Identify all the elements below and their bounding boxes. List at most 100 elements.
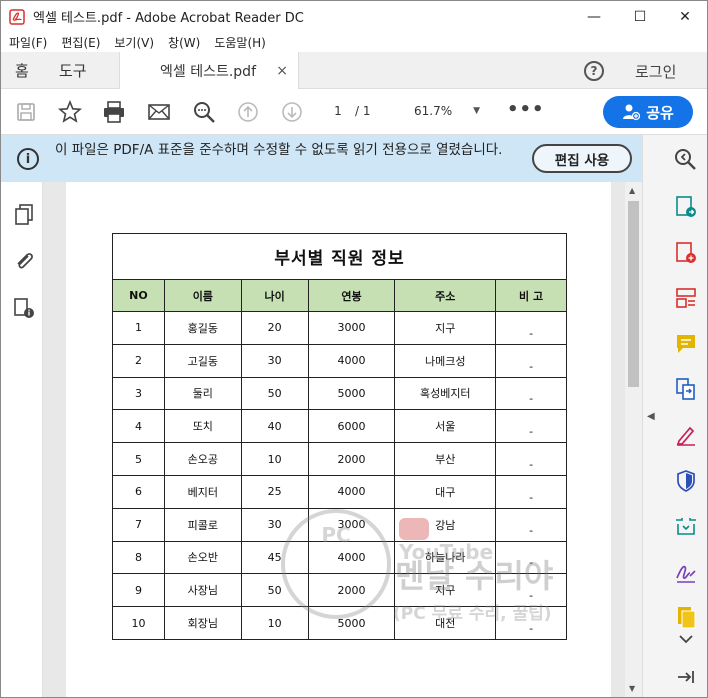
table-row: 6 베지터 25 4000 대구 -: [112, 474, 567, 509]
table-row: 10 회장님 10 5000 대전 -: [112, 606, 567, 640]
cell-name: 손오반: [163, 540, 242, 575]
cell-name: 피콜로: [163, 507, 242, 542]
header-note: 비 고: [495, 279, 567, 312]
cell-address: 대전: [394, 606, 497, 640]
cell-address: 부산: [394, 442, 497, 476]
page-total: / 1: [355, 104, 371, 118]
prev-page-icon[interactable]: [235, 99, 261, 125]
cell-address: 혹성베지터: [394, 376, 497, 411]
save-icon[interactable]: [13, 99, 39, 125]
cell-name: 둘리: [163, 376, 242, 411]
cell-no: 6: [112, 474, 165, 509]
document-properties-icon[interactable]: [12, 296, 36, 320]
cell-name: 홍길동: [163, 311, 242, 345]
cell-name: 베지터: [163, 474, 242, 509]
zoom-search-icon[interactable]: [673, 147, 697, 171]
cell-no: 5: [112, 442, 165, 476]
cell-no: 10: [112, 606, 165, 640]
comment-icon[interactable]: [674, 332, 698, 356]
cell-salary: 3000: [307, 311, 396, 345]
scroll-down-icon[interactable]: ▼: [629, 684, 635, 693]
cell-salary: 6000: [307, 409, 396, 444]
cell-age: 45: [240, 540, 309, 575]
menu-edit[interactable]: 편집(E): [61, 34, 100, 51]
tab-bar: 홈 도구 엑셀 테스트.pdf × ? 로그인: [1, 52, 707, 89]
table-row: 1 홍길동 20 3000 지구 -: [112, 311, 567, 345]
tab-tools[interactable]: 도구: [59, 52, 87, 89]
close-window-button[interactable]: ✕: [662, 1, 707, 32]
share-label: 공유: [646, 103, 674, 122]
cell-salary: 5000: [307, 606, 396, 640]
table-title: 부서별 직원 정보: [112, 233, 567, 280]
maximize-button[interactable]: ☐: [617, 1, 663, 32]
export-pdf-icon[interactable]: [674, 195, 698, 219]
combine-files-icon[interactable]: [674, 377, 698, 401]
more-tools-icon[interactable]: [674, 605, 698, 629]
left-navigation-panel: [1, 182, 43, 697]
chevron-down-icon[interactable]: [674, 627, 698, 651]
collapse-tools-panel-icon[interactable]: [674, 665, 698, 689]
edit-pdf-icon[interactable]: [674, 286, 698, 310]
cell-address: 나메크성: [394, 343, 497, 378]
zoom-search-icon[interactable]: [191, 99, 217, 125]
cell-salary: 5000: [307, 376, 396, 411]
email-icon[interactable]: [146, 99, 172, 125]
cell-name: 사장님: [163, 573, 242, 608]
cell-salary: 3000: [307, 507, 396, 542]
fill-sign-icon[interactable]: [674, 423, 698, 447]
cell-address: 대구: [394, 474, 497, 509]
bookmark-star-icon[interactable]: [57, 99, 83, 125]
header-address: 주소: [394, 279, 497, 312]
scrollbar-thumb[interactable]: [628, 201, 639, 387]
protect-shield-icon[interactable]: [674, 469, 698, 493]
menu-file[interactable]: 파일(F): [9, 34, 47, 51]
cell-note: -: [495, 311, 567, 345]
page-thumbnails-icon[interactable]: [12, 203, 36, 227]
info-icon: i: [17, 148, 39, 170]
table-row: 8 손오반 45 4000 하늘나라 -: [112, 540, 567, 575]
header-salary: 연봉: [307, 279, 396, 312]
table-header-row: NO 이름 나이 연봉 주소 비 고: [112, 279, 567, 312]
scroll-up-icon[interactable]: ▲: [629, 186, 635, 195]
enable-editing-button[interactable]: 편집 사용: [532, 144, 632, 173]
chevron-down-icon: ▼: [473, 106, 480, 116]
attachment-icon[interactable]: [12, 249, 36, 273]
cell-no: 7: [112, 507, 165, 542]
help-icon[interactable]: ?: [584, 61, 604, 81]
cell-address: 서울: [394, 409, 497, 444]
next-page-icon[interactable]: [279, 99, 305, 125]
tab-document[interactable]: 엑셀 테스트.pdf ×: [119, 52, 299, 89]
print-icon[interactable]: [101, 99, 127, 125]
optimize-pdf-icon[interactable]: [674, 515, 698, 539]
cell-name: 고길동: [163, 343, 242, 378]
vertical-scrollbar[interactable]: ▲ ▼: [625, 182, 642, 697]
cell-no: 1: [112, 311, 165, 345]
login-button[interactable]: 로그인: [635, 61, 676, 82]
cell-salary: 4000: [307, 343, 396, 378]
cell-note: -: [495, 343, 567, 378]
cell-address: 하늘나라: [394, 540, 497, 575]
zoom-dropdown[interactable]: 61.7% ▼: [414, 100, 484, 122]
cell-salary: 4000: [307, 474, 396, 509]
tab-close-icon[interactable]: ×: [276, 63, 288, 79]
cell-note: -: [495, 474, 567, 509]
cell-note: -: [495, 442, 567, 476]
tab-home[interactable]: 홈: [15, 52, 29, 89]
cell-salary: 4000: [307, 540, 396, 575]
collapse-right-panel-icon[interactable]: ◀: [647, 411, 655, 422]
cell-salary: 2000: [307, 573, 396, 608]
cell-name: 손오공: [163, 442, 242, 476]
signature-icon[interactable]: [674, 561, 698, 585]
minimize-button[interactable]: —: [571, 1, 617, 32]
share-button[interactable]: 공유: [603, 96, 693, 128]
menu-view[interactable]: 보기(V): [114, 34, 154, 51]
cell-address: 강남: [394, 507, 497, 542]
menu-help[interactable]: 도움말(H): [214, 34, 266, 51]
header-name: 이름: [163, 279, 242, 312]
cell-name: 회장님: [163, 606, 242, 640]
menu-window[interactable]: 창(W): [168, 34, 200, 51]
cell-note: -: [495, 409, 567, 444]
create-pdf-icon[interactable]: [674, 241, 698, 265]
page-number-input[interactable]: 1: [323, 100, 353, 122]
more-options-icon[interactable]: •••: [507, 99, 545, 120]
